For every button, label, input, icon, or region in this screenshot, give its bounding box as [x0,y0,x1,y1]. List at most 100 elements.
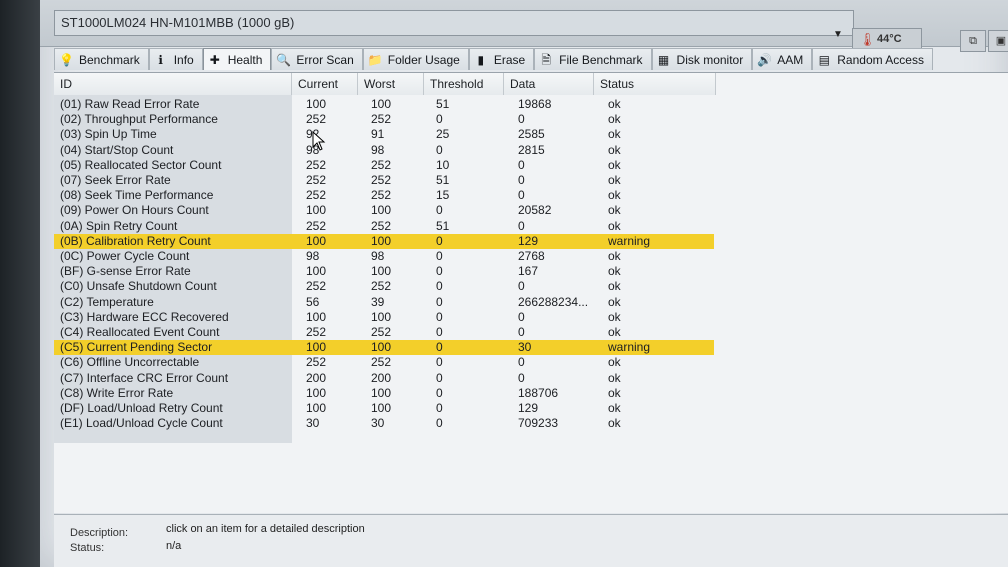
cell-data: 709233 [518,416,559,431]
cell-status: ok [608,112,621,127]
benchmark-icon: 💡 [59,52,74,67]
tab-error-scan[interactable]: 🔍 Error Scan [271,48,363,70]
tab-aam[interactable]: 🔊 AAM [752,48,813,70]
cell-current: 100 [306,203,327,218]
cell-current: 100 [306,233,327,248]
tab-file-benchmark[interactable]: 🗎 File Benchmark [534,48,652,70]
cell-id: (02) Throughput Performance [60,112,218,127]
tab-info[interactable]: ℹ Info [148,48,203,70]
status-label: Status: [70,542,105,554]
column-header-worst[interactable]: Worst [358,73,424,95]
cell-worst: 100 [371,203,392,218]
cell-status: warning [608,233,651,248]
table-row[interactable]: (08) Seek Time Performance 252 252 15 0 ok [54,188,714,203]
table-row[interactable]: (DF) Load/Unload Retry Count 100 100 0 129 ok [54,401,714,416]
cell-threshold: 0 [436,401,443,415]
table-row[interactable]: (01) Raw Read Error Rate 100 100 51 19868 ok [54,97,714,112]
cell-id: (04) Start/Stop Count [60,142,174,157]
column-header-id[interactable]: ID [54,73,292,95]
cell-worst: 100 [371,309,392,324]
description-panel: Description: click on an item for a deta… [54,514,1008,567]
table-row[interactable]: (07) Seek Error Rate 252 252 51 0 ok [54,173,714,188]
cell-data: 0 [518,218,525,233]
cell-worst: 39 [371,294,385,309]
table-row[interactable]: (02) Throughput Performance 252 252 0 0 ok [54,112,714,127]
table-row[interactable]: (0A) Spin Retry Count 252 252 51 0 ok [54,219,714,234]
tab-folder-usage[interactable]: 📁 Folder Usage [362,48,469,70]
cell-current: 100 [306,264,327,279]
cell-data: 0 [518,279,525,294]
cell-threshold: 0 [436,355,443,370]
tab-disk-monitor[interactable]: ▦ Disk monitor [651,48,753,70]
cell-threshold: 0 [436,370,443,385]
disk-monitor-icon: ▦ [657,52,670,67]
table-row[interactable]: (C8) Write Error Rate 100 100 0 188706 ok [54,386,714,401]
table-row[interactable]: (C0) Unsafe Shutdown Count 252 252 0 0 ok [54,279,714,294]
cell-data: 129 [518,401,539,415]
cell-status: ok [608,355,621,370]
smart-table: ID Current Worst Threshold Data Status (… [54,72,1008,513]
tab-benchmark[interactable]: 💡 Benchmark [54,48,149,70]
table-row[interactable]: (05) Reallocated Sector Count 252 252 10 0 ok [54,158,714,173]
table-row[interactable]: (E1) Load/Unload Cycle Count 30 30 0 709233 o… [54,416,714,431]
table-row[interactable]: (04) Start/Stop Count 98 98 0 2815 ok [54,143,714,158]
cell-worst: 252 [371,112,392,127]
table-row[interactable]: (BF) G-sense Error Rate 100 100 0 167 ok [54,264,714,279]
cell-id: (E1) Load/Unload Cycle Count [60,416,223,431]
cell-current: 100 [306,309,327,324]
table-row[interactable]: (C5) Current Pending Sector 100 100 0 30 warn… [54,340,714,356]
table-row[interactable]: (03) Spin Up Time9291252585ok [54,127,714,142]
cell-data: 0 [518,112,525,127]
table-row[interactable]: (C4) Reallocated Event Count 252 252 0 0 ok [54,325,714,340]
table-row[interactable]: (0B) Calibration Retry Count 100 100 0 129 wa… [54,233,714,249]
table-row[interactable]: (C3) Hardware ECC Recovered 100 100 0 0 ok [54,310,714,325]
cell-worst: 200 [371,370,392,385]
monitor-bezel [0,0,40,567]
chevron-down-icon[interactable]: ▼ [830,28,846,42]
cell-worst: 98 [371,249,385,263]
cell-data: 266288234... [518,294,589,309]
cell-current: 252 [306,218,327,233]
cell-current: 252 [306,173,327,187]
drive-select[interactable]: ST1000LM024 HN-M101MBB (1000 gB) [54,10,854,36]
cell-worst: 91 [371,127,385,142]
column-header-data[interactable]: Data [504,73,594,95]
description-label: Description: [70,527,129,539]
cell-data: 2815 [518,142,545,157]
cell-current: 200 [306,370,327,385]
tab-random-access[interactable]: ▤ Random Access [812,48,933,70]
column-header-current[interactable]: Current [292,73,358,95]
tab-label: File Benchmark [559,52,643,67]
erase-icon: ▮ [477,52,485,67]
cell-threshold: 0 [436,279,443,294]
cell-worst: 100 [371,97,392,111]
description-text: click on an item for a detailed descript… [166,523,365,535]
tab-health[interactable]: ✚ Health [202,48,272,70]
cell-threshold: 0 [436,112,443,127]
cell-current: 252 [306,355,327,370]
cell-current: 252 [306,279,327,294]
tab-label: Erase [493,52,526,67]
cell-threshold: 0 [436,416,443,431]
table-row[interactable]: (09) Power On Hours Count 100 100 0 20582 ok [54,203,714,218]
cell-current: 100 [306,401,327,415]
table-row[interactable]: (C7) Interface CRC Error Count 200 200 0 0 ok [54,371,714,386]
column-header-status[interactable]: Status [594,73,716,95]
hdtune-window: ST1000LM024 HN-M101MBB (1000 gB) ▼ 🌡 44°… [40,0,1008,567]
cell-id: (C6) Offline Uncorrectable [60,355,200,370]
table-row[interactable]: (C2) Temperature 56 39 0 266288234... ok [54,295,714,310]
info-icon: ℹ [158,52,163,67]
table-row[interactable]: (C6) Offline Uncorrectable 252 252 0 0 ok [54,355,714,370]
cell-status: ok [608,370,621,385]
cell-data: 20582 [518,203,552,218]
column-header-threshold[interactable]: Threshold [424,73,504,95]
tab-bar: 💡 Benchmark ℹ Info ✚ Health 🔍 Error Scan 📁 Folder… [54,48,1008,72]
cell-worst: 252 [371,173,392,187]
cell-id: (01) Raw Read Error Rate [60,97,200,111]
cell-data: 0 [518,173,525,187]
tab-label: Folder Usage [387,52,460,67]
table-row[interactable]: (0C) Power Cycle Count 98 98 0 2768 ok [54,249,714,264]
tab-label: Random Access [837,52,924,67]
tab-erase[interactable]: ▮ Erase [468,48,535,70]
cell-data: 30 [518,340,532,355]
